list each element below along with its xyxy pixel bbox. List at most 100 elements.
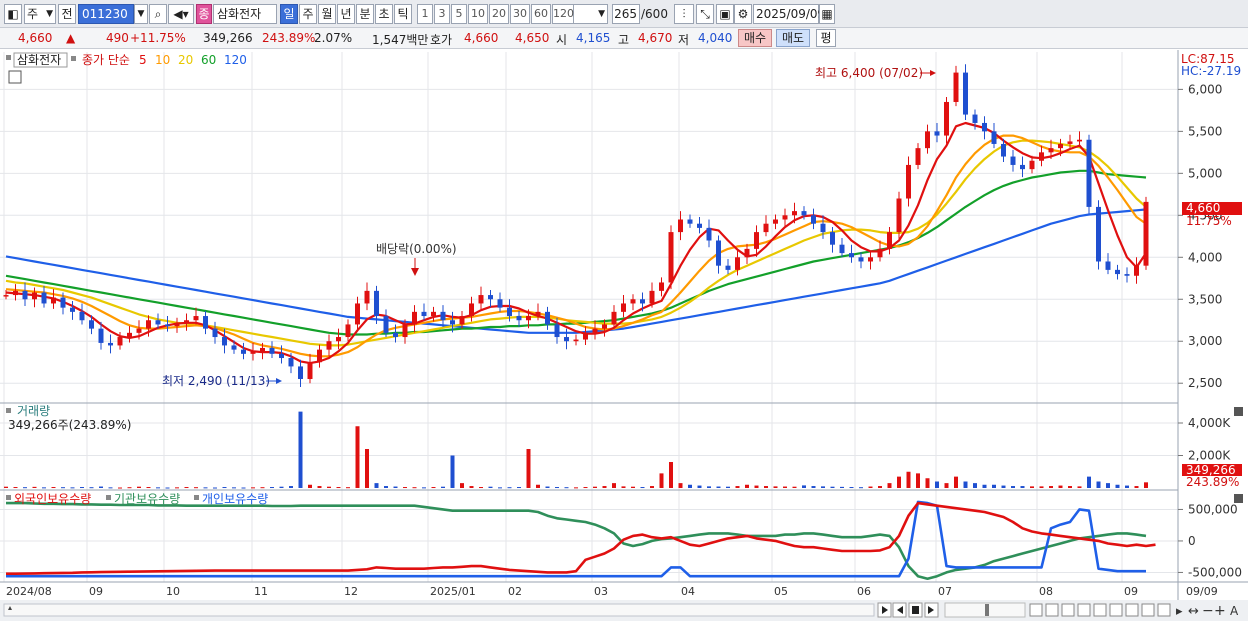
holder-tick-label: 500,000 [1188,502,1238,516]
candle-body [393,332,398,338]
window-icon[interactable] [1045,603,1059,617]
interval-button[interactable]: 120 [552,4,574,24]
volume-bar [412,487,417,489]
candle-icon[interactable]: ⫶ [674,4,694,24]
font-size-icon[interactable]: A [1230,604,1239,618]
zoom-out-icon[interactable]: − [1202,603,1214,619]
holder-legend: 외국인보유수량 기관보유수량 개인보유수량 [6,492,268,506]
date-input[interactable]: 2025/09/09 [753,4,825,24]
interval-button[interactable]: 1 [417,4,433,24]
volume-bar [669,462,673,488]
volume-bar [1096,481,1101,488]
sell-button[interactable]: 매도 [776,29,810,47]
volume-bar [593,486,597,488]
candle-body [991,131,997,144]
candle-body [355,303,360,325]
window-menu-icon[interactable]: ◧ [4,4,22,24]
market-dropdown[interactable]: 주 ▼ [24,4,56,24]
candle-body [507,307,512,317]
code-dropdown-icon[interactable]: ▼ [134,4,148,24]
volume-bar [925,478,930,488]
buy-button[interactable]: 매수 [738,29,772,47]
volume-bar [393,486,398,488]
volume-bar [80,487,84,489]
interval-button[interactable]: 20 [489,4,509,24]
volume-bar [792,486,797,488]
print-icon[interactable] [1157,603,1171,617]
bid-price: 4,650 [515,31,550,45]
period-tab[interactable]: 년 [337,4,355,24]
period-tab[interactable]: 초 [375,4,393,24]
table-icon[interactable] [8,70,22,84]
stock-chart[interactable]: 삼화전자 종가 단순 5 10 20 60 120 LC:87.15 HC:-27.19… [0,50,1248,621]
volume-bar [194,487,198,489]
eval-button[interactable]: 평 [816,29,836,47]
volume-bar [583,487,588,489]
candle-body [811,215,816,224]
blank-dropdown[interactable]: ▼ [570,4,608,24]
x-tick-label: 09 [1124,585,1138,598]
search-zoom-icon[interactable] [1141,603,1155,617]
zoom-slider-handle[interactable] [985,604,989,616]
candle-body [1058,143,1063,149]
period-tab[interactable]: 일 [280,4,298,24]
interval-button[interactable]: 5 [451,4,467,24]
volume-bar [1020,486,1025,488]
zoom-in-icon[interactable]: + [1214,603,1226,619]
copy-icon[interactable] [1029,603,1043,617]
close-icon[interactable] [1234,407,1243,416]
calendar-icon[interactable]: ▦ [819,4,835,24]
interval-button[interactable]: 30 [510,4,530,24]
volume-bar [830,486,835,488]
volume-bar [716,486,721,488]
volume-bar [640,487,645,489]
interval-button[interactable]: 60 [531,4,551,24]
volume-bar [460,483,464,488]
period-tab[interactable]: 주 [299,4,317,24]
stock-name[interactable]: 삼화전자 [213,4,277,24]
interval-button[interactable]: 10 [468,4,488,24]
ma-legend: 5 10 20 60 120 [139,53,247,67]
prev-button[interactable]: 전 [58,4,76,24]
volume-ratio: 243.89% [262,31,316,45]
count-input[interactable]: 265 [612,4,640,24]
interval-button[interactable]: 3 [434,4,450,24]
scroll-right-icon[interactable]: ▸ [1176,604,1183,619]
volume-bar [631,486,635,488]
volume-bar [707,486,711,488]
fit-icon[interactable]: ↔ [1188,604,1199,619]
horizontal-scrollbar[interactable] [3,603,875,617]
current-price-tag: 4,660 [1186,201,1220,215]
hand-icon[interactable] [1125,603,1139,617]
layout-icon[interactable] [1061,603,1075,617]
grid-icon[interactable] [1109,603,1123,617]
volume-bar [602,486,607,488]
candle-body [887,232,892,249]
candle-body [402,324,408,338]
save-icon[interactable]: ▣ [716,4,734,24]
candle-body [374,290,379,317]
chart-area[interactable]: 삼화전자 종가 단순 5 10 20 60 120 LC:87.15 HC:-27.19… [0,50,1248,621]
candle-body [944,101,949,136]
scissors-icon[interactable] [1077,603,1091,617]
candle-body [526,316,531,321]
volume-bar [165,487,170,489]
search-icon[interactable]: ⌕ [149,4,167,24]
change-value: 490 [106,31,129,45]
period-tab[interactable]: 월 [318,4,336,24]
candle-body [1048,148,1054,153]
volume-bar [1030,486,1034,488]
turnover: 2.07% [314,31,353,45]
speaker-icon[interactable]: ◀▾ [168,4,194,24]
volume-bar [441,486,445,488]
volume-bar [545,486,550,488]
panel-marker-icon [6,55,11,60]
period-tab[interactable]: 분 [356,4,374,24]
tool-icon[interactable] [1093,603,1107,617]
draw-tool-icon[interactable]: ⤡ [696,4,714,24]
x-tick-label: 2025/01 [430,585,476,598]
stop-glyph [912,606,919,614]
code-input[interactable]: 011230 [78,4,134,24]
period-tab[interactable]: 틱 [394,4,412,24]
gear-icon[interactable]: ⚙ [734,4,752,24]
